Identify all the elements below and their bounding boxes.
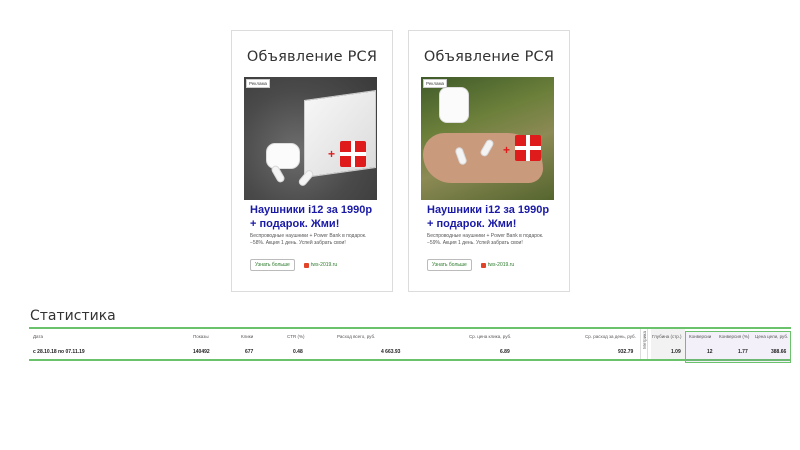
cell-ctr: 0.48 — [293, 349, 303, 355]
col-cost-per-goal[interactable]: Цена цели, руб. — [755, 334, 788, 339]
plus-icon: + — [503, 143, 511, 157]
col-daily[interactable]: Ср. расход за день, руб. — [585, 334, 636, 339]
col-depth[interactable]: Глубина (стр.) — [652, 334, 682, 339]
plus-icon: + — [328, 147, 336, 161]
cell-cost-per-goal: 388.66 — [771, 349, 787, 355]
ad-domain[interactable]: tws-2019.ru — [481, 262, 514, 268]
ad-headline[interactable]: Наушники i12 за 1990р + подарок. Жми! — [427, 203, 557, 231]
ad-label: Реклама — [423, 79, 448, 88]
card-title: Объявление РСЯ — [423, 49, 555, 65]
ad-body: Беспроводные наушники + Power Bank в под… — [250, 233, 367, 246]
cell-date: с 28.10.18 по 07.11.19 — [33, 349, 85, 355]
cell-clicks: 677 — [245, 349, 254, 355]
learn-more-button[interactable]: Узнать больше — [250, 259, 295, 271]
earbud-icon — [297, 168, 315, 188]
ad-label: Реклама — [246, 79, 271, 88]
ad-body: Беспроводные наушники + Power Bank в под… — [427, 233, 544, 246]
cell-cpc: 6.89 — [500, 349, 510, 355]
earbuds-case-icon — [439, 87, 469, 123]
favicon-icon — [304, 262, 309, 268]
col-ctr[interactable]: CTR (%) — [287, 334, 305, 339]
cell-conversions: 12 — [707, 349, 713, 355]
cell-spend: 4 663.93 — [381, 349, 401, 355]
col-conv-rate[interactable]: Конверсия (%) — [719, 334, 749, 339]
ad-domain[interactable]: tws-2019.ru — [304, 262, 337, 268]
table-header-row: Дата Показы Клики CTR (%) Расход всего, … — [29, 332, 791, 342]
ad-image[interactable]: Реклама + — [244, 77, 377, 200]
col-conversions[interactable]: Конверсии — [689, 334, 711, 339]
cell-daily: 932.79 — [618, 349, 634, 355]
cell-conv-rate: 1.77 — [738, 349, 748, 355]
domain-text: tws-2019.ru — [488, 262, 515, 268]
domain-text: tws-2019.ru — [311, 262, 338, 268]
ad-headline[interactable]: Наушники i12 за 1990р + подарок. Жми! — [250, 203, 380, 231]
col-shows[interactable]: Показы — [193, 334, 209, 339]
earbuds-case-icon — [266, 143, 300, 169]
stats-table: Метрика Дата Показы Клики CTR (%) Расход… — [29, 327, 791, 363]
ad-card-2: Объявление РСЯ Реклама + Наушники i12 за… — [408, 30, 570, 292]
col-date[interactable]: Дата — [33, 334, 43, 339]
learn-more-button[interactable]: Узнать больше — [427, 259, 472, 271]
ad-image[interactable]: Реклама + — [421, 77, 554, 200]
table-row: с 28.10.18 по 07.11.19 140492 677 0.48 4… — [29, 347, 791, 357]
favicon-icon — [481, 262, 486, 268]
card-title: Объявление РСЯ — [246, 49, 378, 65]
gift-icon — [340, 141, 366, 167]
col-spend[interactable]: Расход всего, руб. — [337, 334, 375, 339]
gift-icon — [515, 135, 541, 161]
stats-title: Статистика — [30, 308, 116, 324]
ad-card-1: Объявление РСЯ Реклама + Наушники i12 за… — [231, 30, 393, 292]
cell-shows: 140492 — [193, 349, 210, 355]
cell-depth: 1.09 — [671, 349, 681, 355]
col-clicks[interactable]: Клики — [241, 334, 253, 339]
col-cpc[interactable]: Ср. цена клика, руб. — [469, 334, 511, 339]
